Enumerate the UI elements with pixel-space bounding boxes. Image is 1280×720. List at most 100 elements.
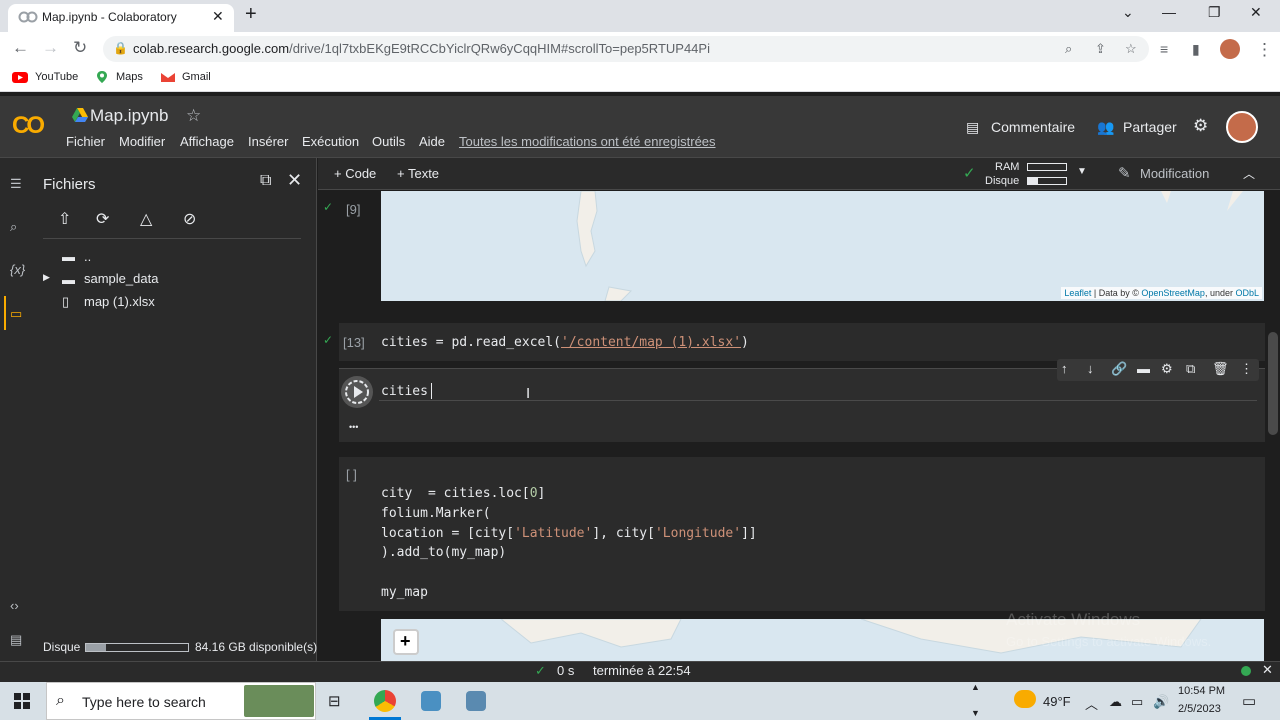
upload-file-icon[interactable]: ⇧ — [58, 209, 71, 229]
minimize-icon[interactable]: — — [1162, 4, 1176, 20]
cell-settings-icon[interactable]: ⚙ — [1161, 361, 1173, 377]
weather-icon[interactable] — [1014, 690, 1036, 708]
cell-4-line-1[interactable]: city = cities.loc[0] — [381, 486, 545, 501]
file-map-xlsx[interactable]: map (1).xlsx — [84, 294, 155, 309]
cell-2-code[interactable]: cities = pd.read_excel('/content/map (1)… — [381, 335, 749, 350]
scroll-down-icon[interactable]: ▼ — [971, 708, 980, 718]
refresh-folder-icon[interactable]: ⟳ — [96, 209, 109, 229]
chrome-taskbar-icon[interactable] — [374, 690, 396, 712]
tray-app-icon[interactable]: ☁ — [1109, 694, 1122, 710]
colab-logo[interactable]: CO — [12, 112, 45, 140]
browser-tab[interactable]: Map.ipynb - Colaboratory ✕ — [8, 4, 234, 32]
new-tab-button[interactable]: + — [245, 3, 257, 26]
more-options-icon[interactable]: ⋮ — [1240, 361, 1253, 377]
map-output-1[interactable]: Leaflet | Data by © OpenStreetMap, under… — [381, 191, 1264, 301]
cell-4-line-3[interactable]: location = [city['Latitude'], city['Long… — [381, 526, 757, 541]
taskbar-search-text[interactable]: Type here to search — [82, 694, 206, 710]
status-done[interactable]: terminée à 22:54 — [593, 663, 691, 678]
move-down-icon[interactable]: ↓ — [1087, 361, 1094, 376]
menu-modifier[interactable]: Modifier — [119, 134, 165, 149]
parent-folder-item[interactable]: .. — [84, 249, 91, 264]
odbl-link[interactable]: ODbL — [1235, 288, 1259, 298]
menu-aide[interactable]: Aide — [419, 134, 445, 149]
url-text[interactable]: colab.research.google.com/drive/1ql7txbE… — [133, 41, 710, 56]
menu-execution[interactable]: Exécution — [302, 134, 359, 149]
cell-4-line-2[interactable]: folium.Marker( — [381, 506, 491, 521]
app-taskbar-icon-1[interactable] — [421, 691, 441, 711]
notification-icon[interactable]: ▭ — [1242, 692, 1256, 710]
share-icon[interactable]: ⇪ — [1095, 41, 1106, 57]
close-status-icon[interactable]: ✕ — [1262, 662, 1273, 678]
forward-icon[interactable]: → — [42, 38, 59, 58]
leaflet-link[interactable]: Leaflet — [1064, 288, 1091, 298]
open-tab-icon[interactable]: ⧉ — [260, 172, 271, 190]
menu-fichier[interactable]: Fichier — [66, 134, 105, 149]
tray-chevron-icon[interactable]: ︿ — [1085, 694, 1098, 713]
expand-arrow-icon[interactable]: ▶ — [43, 272, 50, 283]
star-icon[interactable]: ☆ — [186, 106, 201, 126]
close-window-icon[interactable]: ✕ — [1250, 4, 1262, 21]
volume-icon[interactable]: 🔊 — [1153, 694, 1169, 710]
folder-icon[interactable]: ▭ — [10, 306, 22, 322]
terminal-icon[interactable]: ▤ — [10, 632, 22, 648]
maximize-icon[interactable]: ❐ — [1208, 4, 1221, 21]
menu-inserer[interactable]: Insérer — [248, 134, 288, 149]
notebook-title[interactable]: Map.ipynb — [90, 106, 168, 126]
collapse-header-icon[interactable]: ︿ — [1243, 165, 1255, 182]
mirror-cell-icon[interactable]: ⧉ — [1186, 361, 1195, 377]
network-icon[interactable]: ▭ — [1131, 694, 1143, 710]
run-cell-button[interactable] — [341, 376, 373, 408]
folder-sample-data[interactable]: sample_data — [84, 271, 158, 286]
menu-icon[interactable]: ⋮ — [1256, 40, 1273, 60]
osm-link[interactable]: OpenStreetMap — [1141, 288, 1205, 298]
share-button[interactable]: Partager — [1123, 119, 1177, 135]
cell-3-code[interactable]: cities — [381, 384, 428, 399]
bookmark-youtube[interactable]: YouTube — [35, 71, 78, 83]
comment-button[interactable]: Commentaire — [991, 119, 1075, 135]
media-icon[interactable]: ≡ — [1160, 41, 1168, 57]
hide-files-icon[interactable]: ⊘ — [183, 209, 196, 229]
cell-4-line-5[interactable]: my_map — [381, 585, 428, 600]
tab-search-icon[interactable]: ⌄ — [1122, 4, 1134, 21]
search-icon[interactable]: ⌕ — [10, 219, 17, 235]
menu-affichage[interactable]: Affichage — [180, 134, 234, 149]
scroll-up-icon[interactable]: ▲ — [971, 682, 980, 692]
settings-gear-icon[interactable]: ⚙ — [1193, 116, 1208, 136]
clock-date[interactable]: 2/5/2023 — [1178, 703, 1221, 715]
back-icon[interactable]: ← — [12, 38, 29, 58]
zoom-in-button[interactable]: + — [393, 629, 419, 655]
profile-avatar[interactable] — [1220, 39, 1240, 59]
notebook-scrollbar[interactable] — [1268, 332, 1278, 435]
comment-cell-icon[interactable]: ▬ — [1137, 361, 1150, 376]
bookmark-maps[interactable]: Maps — [116, 71, 143, 83]
address-bar[interactable]: 🔒 colab.research.google.com/drive/1ql7tx… — [103, 36, 1149, 62]
edit-mode-button[interactable]: Modification — [1140, 166, 1209, 181]
variables-icon[interactable]: {x} — [10, 262, 25, 277]
task-view-icon[interactable]: ⊟ — [328, 692, 341, 710]
mount-drive-icon[interactable]: △ — [140, 209, 152, 229]
menu-outils[interactable]: Outils — [372, 134, 405, 149]
close-tab-icon[interactable]: ✕ — [212, 8, 224, 25]
add-text-button[interactable]: + Texte — [397, 166, 439, 181]
clock-time[interactable]: 10:54 PM — [1178, 685, 1225, 697]
link-icon[interactable]: 🔗 — [1111, 361, 1127, 377]
zoom-icon[interactable]: ⌕ — [1065, 41, 1072, 57]
app-taskbar-icon-2[interactable] — [466, 691, 486, 711]
add-code-button[interactable]: + Code — [334, 166, 376, 181]
delete-cell-icon[interactable]: 🗑 — [1212, 361, 1229, 377]
bookmark-star-icon[interactable]: ☆ — [1125, 41, 1137, 57]
bookmark-gmail[interactable]: Gmail — [182, 71, 211, 83]
cell-4-line-4[interactable]: ).add_to(my_map) — [381, 545, 506, 560]
saved-status[interactable]: Toutes les modifications ont été enregis… — [459, 134, 716, 149]
reload-icon[interactable]: ↻ — [73, 38, 87, 58]
code-snippets-icon[interactable]: ‹› — [10, 598, 19, 613]
move-up-icon[interactable]: ↑ — [1061, 361, 1068, 376]
close-panel-icon[interactable]: ✕ — [287, 170, 302, 191]
user-avatar[interactable] — [1226, 111, 1258, 143]
toc-icon[interactable]: ☰ — [10, 176, 22, 192]
weather-temp[interactable]: 49°F — [1043, 694, 1071, 709]
cell-output-ellipsis[interactable]: ••• — [349, 422, 358, 432]
sidepanel-icon[interactable]: ▮ — [1192, 41, 1200, 58]
cell-3-editor[interactable] — [379, 381, 1257, 401]
windows-start-icon[interactable] — [14, 693, 30, 709]
